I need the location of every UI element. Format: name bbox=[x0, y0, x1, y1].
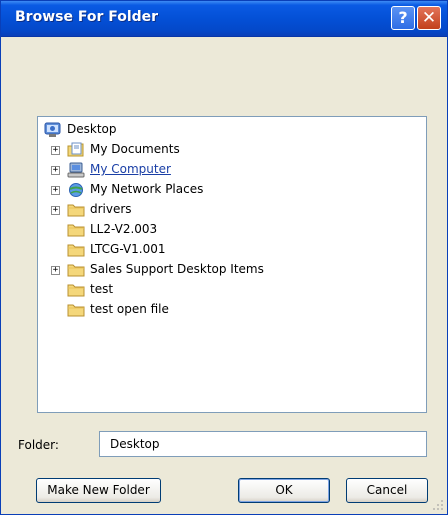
tree-item-label: test open file bbox=[90, 302, 169, 316]
dialog-title: Browse For Folder bbox=[15, 9, 159, 25]
resize-grip-icon[interactable] bbox=[432, 499, 444, 511]
tree-item-label: My Network Places bbox=[90, 182, 204, 196]
browse-for-folder-dialog: Browse For Folder ? ✕ Desktop + My Docum… bbox=[0, 0, 448, 515]
folder-label: Folder: bbox=[18, 438, 59, 452]
folder-tree[interactable]: Desktop + My Documents + My Computer + M… bbox=[37, 116, 427, 413]
computer-icon bbox=[67, 162, 85, 178]
help-button[interactable]: ? bbox=[391, 6, 415, 30]
ok-button[interactable]: OK bbox=[238, 478, 330, 503]
network-icon bbox=[69, 183, 83, 197]
tree-item-label: test bbox=[90, 282, 114, 296]
documents-icon bbox=[67, 142, 84, 157]
expand-icon[interactable]: + bbox=[51, 206, 60, 215]
folder-icon bbox=[67, 244, 85, 257]
folder-input[interactable] bbox=[99, 431, 427, 457]
ok-label: OK bbox=[275, 483, 293, 497]
folder-icon bbox=[67, 224, 85, 237]
expand-icon[interactable]: + bbox=[51, 146, 60, 155]
tree-item-label: LTCG-V1.001 bbox=[90, 242, 166, 256]
tree-item-label: My Computer bbox=[90, 162, 171, 176]
tree-item-label: drivers bbox=[90, 202, 132, 216]
expand-icon[interactable]: + bbox=[51, 166, 60, 175]
cancel-label: Cancel bbox=[366, 483, 408, 497]
tree-item-label: My Documents bbox=[90, 142, 180, 156]
desktop-icon bbox=[44, 122, 61, 137]
folder-icon bbox=[67, 204, 85, 217]
make-new-folder-label: Make New Folder bbox=[47, 483, 150, 497]
expand-icon[interactable]: + bbox=[51, 266, 60, 275]
tree-item-label: Desktop bbox=[67, 122, 117, 136]
cancel-button[interactable]: Cancel bbox=[346, 478, 428, 503]
folder-icon bbox=[67, 264, 85, 277]
close-icon: ✕ bbox=[421, 8, 437, 28]
tree-item-label: LL2-V2.003 bbox=[90, 222, 158, 236]
tree-item-label: Sales Support Desktop Items bbox=[90, 262, 264, 276]
folder-icon bbox=[67, 304, 85, 317]
make-new-folder-button[interactable]: Make New Folder bbox=[36, 478, 161, 503]
title-bar[interactable]: Browse For Folder ? ✕ bbox=[1, 1, 447, 37]
folder-icon bbox=[67, 284, 85, 297]
expand-icon[interactable]: + bbox=[51, 186, 60, 195]
close-button[interactable]: ✕ bbox=[417, 6, 441, 30]
help-icon: ? bbox=[398, 8, 408, 27]
